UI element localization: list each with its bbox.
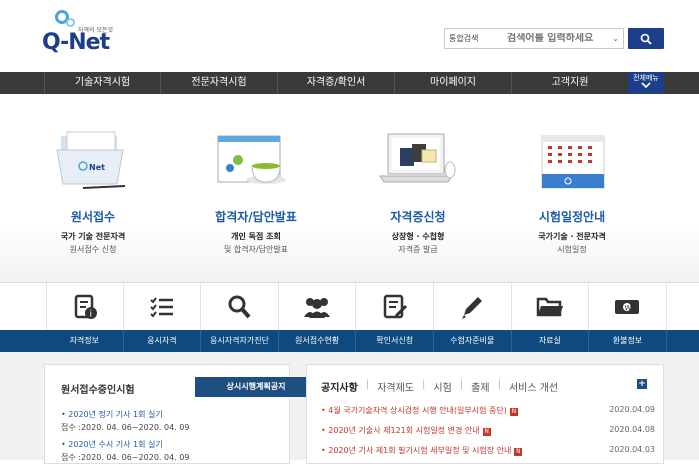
- more-plus-icon[interactable]: +: [637, 379, 647, 389]
- main-nav: 기술자격시험 전문자격시험 자격증/확인서 마이페이지 고객지원 전체메뉴: [0, 72, 699, 94]
- quick-eligibility[interactable]: [124, 283, 202, 331]
- new-badge: N: [514, 448, 523, 456]
- teacup-browser-icon: [216, 130, 296, 194]
- svg-text:i: i: [89, 310, 92, 320]
- document-edit-icon: [383, 294, 407, 319]
- calendar-icon: [532, 130, 612, 194]
- quick-exam-supplies[interactable]: [434, 283, 512, 331]
- quick-label-supplies[interactable]: 수험자준비물: [434, 330, 512, 352]
- service-schedule[interactable]: 시험일정안내 국가기술 · 전문자격 시험일정: [512, 130, 632, 255]
- quick-label-eligibility[interactable]: 응시자격: [124, 330, 202, 352]
- exam-period: 접수 :2020. 04. 06~2020. 04. 09: [61, 423, 190, 432]
- exam-name: • 2020년 정기 기사 1회 실기: [61, 410, 163, 419]
- service-section: Net 원서접수 국가 기술 전문자격 원서접수 신청 합격자/답안발표 개인 …: [0, 94, 699, 282]
- service-results[interactable]: 합격자/답안발표 개인 독점 조회 및 합격자/답안발표: [196, 130, 316, 255]
- quick-confirmation-request[interactable]: [356, 283, 434, 331]
- notice-box: 공지사항 | 자격제도 | 시험 | 출제 | 서비스 개선 + • 4월 국가기술자격…: [306, 364, 664, 464]
- tab-system[interactable]: 자격제도: [369, 379, 422, 394]
- search-icon: [640, 33, 652, 45]
- quick-archive[interactable]: [512, 283, 590, 331]
- quick-cert-info[interactable]: i: [46, 283, 124, 331]
- service-application[interactable]: Net 원서접수 국가 기술 전문자격 원서접수 신청: [33, 130, 153, 255]
- logo-text: Q-Net: [42, 30, 110, 55]
- logo-small-circle-icon: [66, 18, 75, 27]
- service-certificate[interactable]: 자격증신청 상장형 · 수첩형 자격증 발급: [358, 130, 478, 255]
- all-menu-label: 전체메뉴: [633, 74, 659, 82]
- money-icon: W: [615, 300, 640, 314]
- search-scope-select[interactable]: 통합검색: [445, 33, 507, 44]
- pencil-icon: [462, 297, 483, 319]
- service-desc: 원서접수 신청: [69, 245, 117, 254]
- service-subtitle: 개인 독점 조회: [231, 232, 281, 241]
- exam-name: • 2020년 수시 기사 1회 실기: [61, 440, 163, 449]
- search-box: 통합검색 ⌄: [444, 28, 624, 49]
- chevron-down-icon: [641, 82, 651, 89]
- open-exams-title: 원서접수중인시험: [61, 385, 135, 396]
- quick-icon-bar: i W: [0, 282, 699, 331]
- service-subtitle: 국가기술 · 전문자격: [538, 232, 606, 241]
- tab-exam[interactable]: 시험: [425, 379, 459, 394]
- notice-date: 2020.04.03: [609, 445, 655, 454]
- service-desc: 시험일정: [557, 245, 587, 254]
- svg-text:W: W: [625, 304, 632, 312]
- people-icon: [304, 298, 331, 318]
- nav-item-mypage[interactable]: 마이페이지: [395, 72, 512, 94]
- new-badge: N: [509, 408, 518, 416]
- quick-label-refund[interactable]: 환불정보: [589, 330, 667, 352]
- search-button[interactable]: [628, 28, 664, 49]
- notice-date: 2020.04.09: [609, 405, 655, 414]
- search-input[interactable]: [507, 33, 613, 44]
- quick-label-bar: 자격정보 응시자격 응시자격자가진단 원서접수현황 확인서신청 수험자준비물 자…: [0, 330, 699, 352]
- laptop-passport-icon: [378, 130, 458, 194]
- nav-item-tech-exam[interactable]: 기술자격시험: [44, 72, 161, 94]
- quick-refund[interactable]: W: [589, 283, 667, 331]
- tab-service-improvement[interactable]: 서비스 개선: [501, 379, 566, 394]
- service-subtitle: 상장형 · 수첩형: [391, 232, 445, 241]
- open-exams-box: 원서접수중인시험 상시시행계획공지 • 2020년 정기 기사 1회 실기 접수…: [44, 364, 317, 464]
- quick-self-check[interactable]: [201, 283, 279, 331]
- quick-label-self-check[interactable]: 응시자격자가진단: [201, 330, 279, 352]
- nav-item-support[interactable]: 고객지원: [512, 72, 629, 94]
- folder-open-icon: [536, 297, 563, 317]
- service-desc: 및 합격자/답안발표: [223, 245, 289, 254]
- quick-label-archive[interactable]: 자료실: [512, 330, 590, 352]
- service-title: 합격자/답안발표: [215, 210, 297, 224]
- nav-item-pro-exam[interactable]: 전문자격시험: [161, 72, 278, 94]
- tab-question[interactable]: 출제: [463, 379, 497, 394]
- quick-application-status[interactable]: [279, 283, 357, 331]
- new-badge: N: [482, 428, 491, 436]
- all-menu-button[interactable]: 전체메뉴: [628, 72, 664, 94]
- notice-row[interactable]: • 2020년 기술사 제121회 시험일정 변경 안내 N 2020.04.08: [321, 425, 655, 436]
- service-subtitle: 국가 기술 전문자격: [60, 232, 126, 241]
- document-info-icon: i: [74, 294, 97, 320]
- service-desc: 자격증 발급: [398, 245, 438, 254]
- tab-notice[interactable]: 공지사항: [321, 379, 366, 394]
- notice-row[interactable]: • 4월 국가기술자격 상시검정 시행 안내(일부시험 중단) N 2020.04…: [321, 405, 655, 416]
- site-header: 자격의 모든것 Q-Net 통합검색 ⌄: [0, 0, 699, 72]
- notice-title: • 2020년 기술사 제121회 시험일정 변경 안내: [321, 426, 480, 435]
- exam-period: 접수 :2020. 04. 06~2020. 04. 09: [61, 453, 190, 462]
- notice-row[interactable]: • 2020년 기사 제1회 필기시험 세부일정 및 시험장 안내 N 2020.…: [321, 445, 655, 456]
- bottom-section: 원서접수중인시험 상시시행계획공지 • 2020년 정기 기사 1회 실기 접수…: [0, 352, 699, 464]
- checklist-icon: [150, 297, 173, 318]
- list-item[interactable]: • 2020년 정기 기사 1회 실기 접수 :2020. 04. 06~202…: [61, 409, 189, 433]
- list-item[interactable]: • 2020년 수시 기사 1회 실기 접수 :2020. 04. 06~202…: [61, 439, 189, 463]
- notice-date: 2020.04.08: [609, 425, 655, 434]
- service-title: 원서접수: [70, 210, 116, 224]
- nav-item-certificate[interactable]: 자격증/확인서: [278, 72, 395, 94]
- notice-title: • 2020년 기사 제1회 필기시험 세부일정 및 시험장 안내: [321, 446, 512, 455]
- magnifier-icon: [228, 295, 251, 319]
- qnet-logo[interactable]: 자격의 모든것 Q-Net: [42, 10, 122, 60]
- plan-notice-button[interactable]: 상시시행계획공지: [195, 377, 317, 397]
- quick-label-cert-info[interactable]: 자격정보: [46, 330, 124, 352]
- notice-tabs: 공지사항 | 자격제도 | 시험 | 출제 | 서비스 개선: [321, 379, 566, 394]
- svg-text:Net: Net: [89, 163, 105, 172]
- chevron-down-icon[interactable]: ⌄: [612, 34, 623, 43]
- folder-icon: Net: [53, 130, 133, 194]
- service-title: 시험일정안내: [538, 210, 606, 224]
- notice-title: • 4월 국가기술자격 상시검정 시행 안내(일부시험 중단): [321, 406, 507, 415]
- quick-label-confirmation[interactable]: 확인서신청: [356, 330, 434, 352]
- service-title: 자격증신청: [390, 210, 446, 224]
- quick-label-application-status[interactable]: 원서접수현황: [279, 330, 357, 352]
